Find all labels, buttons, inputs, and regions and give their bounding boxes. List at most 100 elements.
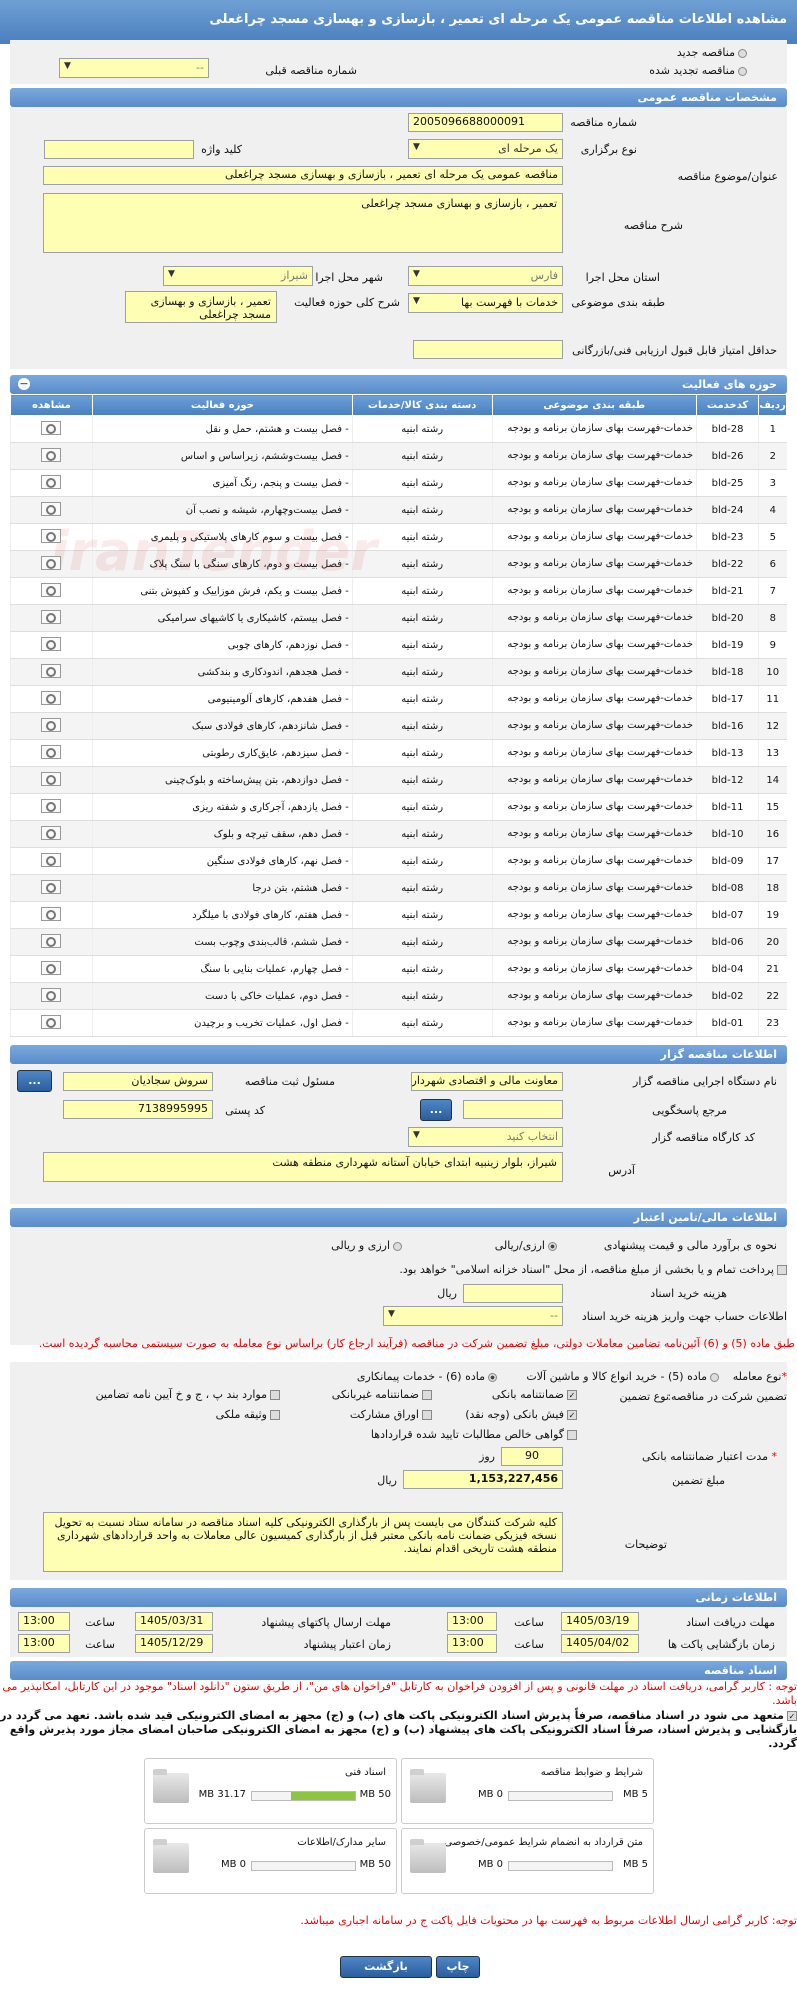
magnifier-icon[interactable] [41, 636, 62, 651]
table-row: 18 bld-08 خدمات-فهرست بهای سازمان برنامه و… [10, 874, 787, 902]
desc-label: شرح مناقصه [623, 219, 683, 232]
magnifier-icon[interactable] [41, 528, 62, 543]
print-button[interactable]: چاپ [436, 1956, 480, 1978]
magnifier-icon[interactable] [41, 852, 62, 867]
view-cell[interactable] [10, 793, 93, 821]
g1-option[interactable]: ✓ضمانتنامه بانکی [492, 1388, 577, 1401]
magnifier-icon[interactable] [41, 690, 62, 705]
magnifier-icon[interactable] [41, 663, 62, 678]
view-cell[interactable] [10, 1009, 93, 1037]
min-score-label: حداقل امتیاز قابل قبول ارزیابی فنی/بازرگ… [572, 344, 777, 357]
g3-option[interactable]: موارد بند پ ، ج و خ آیین نامه تضامین [96, 1388, 280, 1401]
renewed-tender-option[interactable]: مناقصه تجدید شده [649, 64, 747, 77]
chevron-down-icon: ▼ [413, 142, 420, 152]
organizer-header: اطلاعات مناقصه گزار [10, 1045, 787, 1064]
row-number: 21 [758, 955, 787, 983]
doc-card[interactable]: شرایط و ضوابط مناقصه 5 MB 0 MB [401, 1758, 654, 1824]
view-cell[interactable] [10, 874, 93, 902]
rial-option[interactable]: ارزی/ریالی [495, 1239, 557, 1252]
magnifier-icon[interactable] [41, 582, 62, 597]
view-cell[interactable] [10, 604, 93, 632]
service-code: bld-26 [696, 442, 759, 470]
registrar-lookup-button[interactable]: ... [17, 1070, 52, 1092]
magnifier-icon[interactable] [41, 825, 62, 840]
magnifier-icon[interactable] [41, 771, 62, 786]
category-select[interactable]: خدمات با فهرست بها ▼ [408, 293, 563, 313]
keyword-field[interactable] [44, 140, 194, 159]
view-cell[interactable] [10, 631, 93, 659]
chevron-down-icon: ▼ [413, 1130, 420, 1140]
subject-field: مناقصه عمومی یک مرحله ای تعمیر ، بازسازی… [43, 166, 563, 185]
view-cell[interactable] [10, 955, 93, 983]
row-number: 4 [758, 496, 787, 524]
magnifier-icon[interactable] [41, 1014, 62, 1029]
deal-opt1[interactable]: ماده (5) - خرید انواع کالا و ماشین آلات [526, 1370, 719, 1383]
account-select[interactable]: -- ▼ [383, 1306, 563, 1326]
magnifier-icon[interactable] [41, 501, 62, 516]
row-number: 20 [758, 928, 787, 956]
prev-tender-select[interactable]: -- ▼ [59, 58, 209, 78]
g2-option[interactable]: ضمانتنامه غیربانکی [332, 1388, 432, 1401]
magnifier-icon[interactable] [41, 420, 62, 435]
magnifier-icon[interactable] [41, 555, 62, 570]
doc-progress [251, 1791, 356, 1801]
service-code: bld-01 [696, 1009, 759, 1037]
magnifier-icon[interactable] [41, 474, 62, 489]
g4-option[interactable]: ✓فیش بانکی (وجه نقد) [465, 1408, 577, 1421]
province-select[interactable]: فارس ▼ [408, 266, 563, 286]
doc-card[interactable]: سایر مدارک/اطلاعات 50 MB 0 MB [144, 1828, 397, 1894]
renewed-tender-label: مناقصه تجدید شده [649, 64, 735, 77]
back-button[interactable]: بازگشت [340, 1956, 432, 1978]
magnifier-icon[interactable] [41, 798, 62, 813]
service-code: bld-07 [696, 901, 759, 929]
city-select[interactable]: شیراز ▼ [163, 266, 313, 286]
view-cell[interactable] [10, 739, 93, 767]
chevron-down-icon: ▼ [168, 269, 175, 279]
ref-lookup-button[interactable]: ... [420, 1099, 452, 1121]
type-label: نوع برگزاری [580, 143, 637, 156]
workshop-select[interactable]: انتخاب کنید ▼ [408, 1127, 563, 1147]
view-cell[interactable] [10, 820, 93, 848]
view-cell[interactable] [10, 982, 93, 1010]
doc-card[interactable]: اسناد فنی 50 MB 31.17 MB [144, 1758, 397, 1824]
view-cell[interactable] [10, 469, 93, 497]
commit-option[interactable]: ✓متعهد می شود در اسناد مناقصه، صرفاً پذی… [0, 1709, 797, 1751]
g7-option[interactable]: گواهی خالص مطالبات تایید شده قراردادها [371, 1428, 577, 1441]
magnifier-icon[interactable] [41, 987, 62, 1002]
magnifier-icon[interactable] [41, 960, 62, 975]
view-cell[interactable] [10, 928, 93, 956]
treasury-option[interactable]: پرداخت تمام و یا بخشی از مبلغ مناقصه، از… [399, 1263, 787, 1276]
magnifier-icon[interactable] [41, 906, 62, 921]
category-cell: خدمات-فهرست بهای سازمان برنامه و بودجه [491, 793, 697, 821]
view-cell[interactable] [10, 901, 93, 929]
deal-opt2[interactable]: ماده (6) - خدمات پیمانکاری [357, 1370, 497, 1383]
g5-option[interactable]: اوراق مشارکت [350, 1408, 432, 1421]
g5-label: اوراق مشارکت [349, 1408, 419, 1421]
collapse-icon[interactable]: − [18, 378, 30, 390]
fx-rial-option[interactable]: ارزی و ریالی [331, 1239, 402, 1252]
magnifier-icon[interactable] [41, 447, 62, 462]
view-cell[interactable] [10, 766, 93, 794]
table-row: 17 bld-09 خدمات-فهرست بهای سازمان برنامه و… [10, 847, 787, 875]
row-number: 11 [758, 685, 787, 713]
view-cell[interactable] [10, 658, 93, 686]
magnifier-icon[interactable] [41, 717, 62, 732]
row-number: 22 [758, 982, 787, 1010]
category-cell: خدمات-فهرست بهای سازمان برنامه و بودجه [491, 928, 697, 956]
doc-card[interactable]: متن قرارداد به انضمام شرایط عمومی/خصوصی … [401, 1828, 654, 1894]
magnifier-icon[interactable] [41, 933, 62, 948]
view-cell[interactable] [10, 685, 93, 713]
new-tender-option[interactable]: مناقصه جدید [677, 46, 747, 59]
activity-cell: - فصل اول، عملیات تخریب و برچیدن [91, 1009, 353, 1037]
view-cell[interactable] [10, 847, 93, 875]
view-cell[interactable] [10, 442, 93, 470]
magnifier-icon[interactable] [41, 609, 62, 624]
magnifier-icon[interactable] [41, 744, 62, 759]
view-cell[interactable] [10, 415, 93, 443]
type-select[interactable]: یک مرحله ای ▼ [408, 139, 563, 159]
tender-number-field: 2005096688000091 [408, 113, 563, 132]
magnifier-icon[interactable] [41, 879, 62, 894]
group-cell: رشته ابنیه [351, 901, 493, 929]
view-cell[interactable] [10, 712, 93, 740]
g6-option[interactable]: وثیقه ملکی [216, 1408, 280, 1421]
